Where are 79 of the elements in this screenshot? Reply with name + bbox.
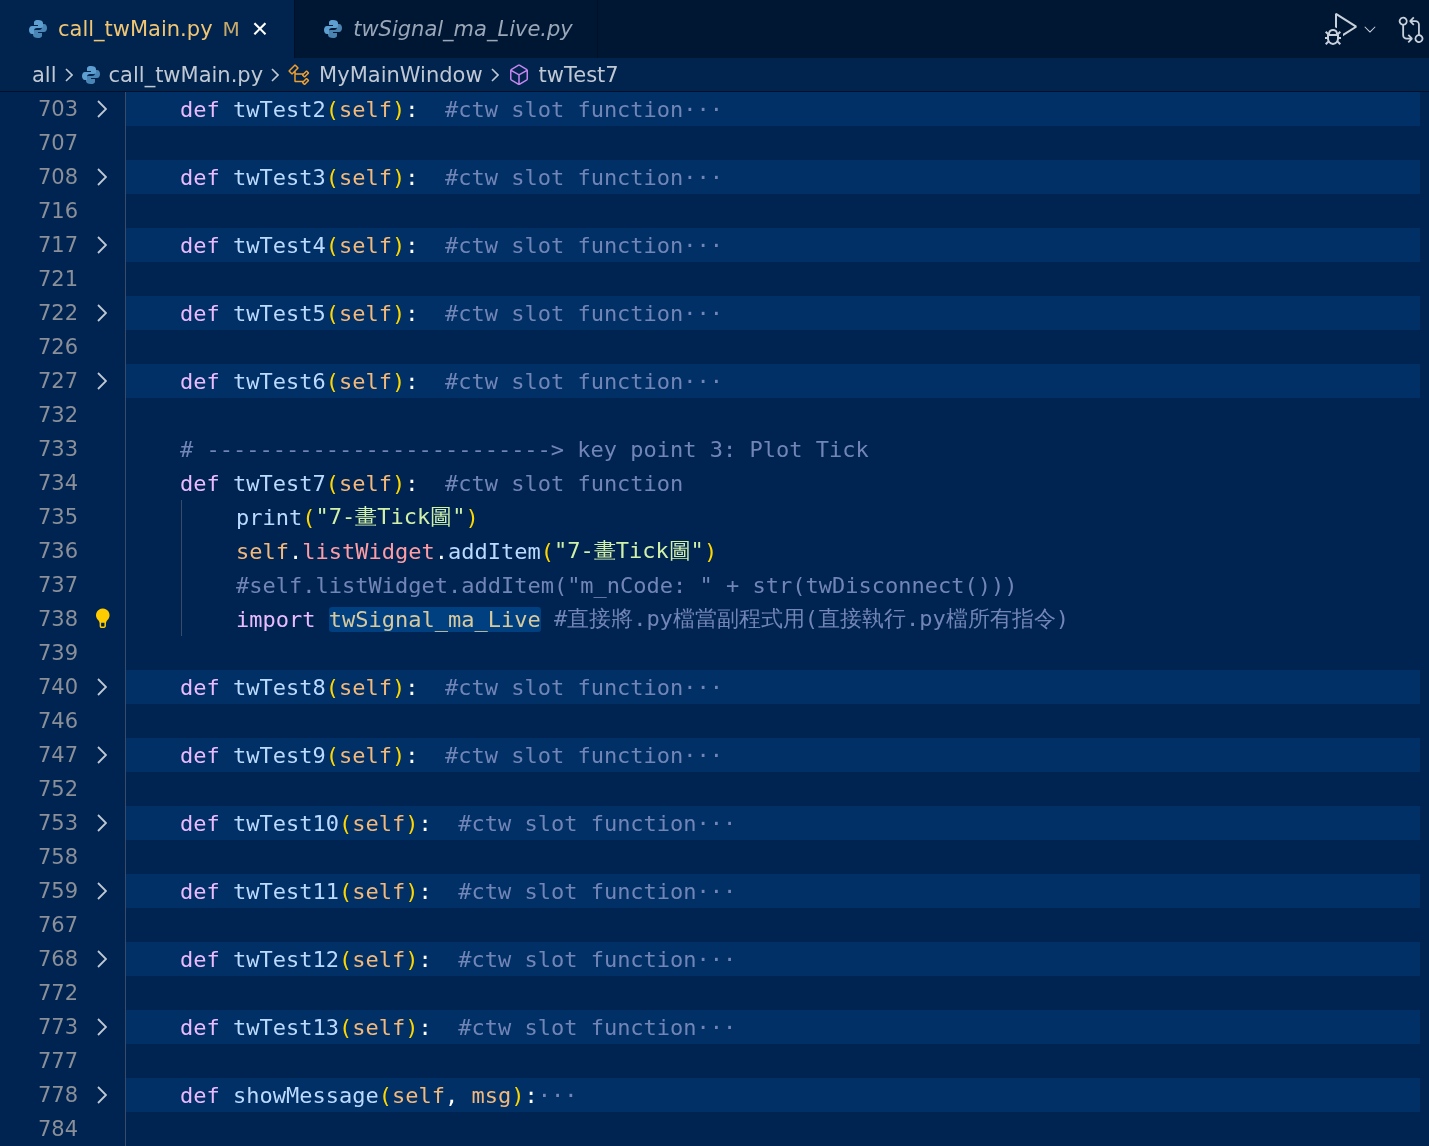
line-number: 733 [36,437,78,461]
line-number: 727 [36,369,78,393]
line-number: 716 [36,199,78,223]
line-number: 739 [36,641,78,665]
code-line: # --------------------------> key point 3: Plot Tick [179,435,869,464]
code-line: import twSignal_ma_Live #直接將.py檔當副程式用(直接執行.py檔所有指令) [236,605,1070,634]
code-line: def twTest12(self): #ctw slot function··· [179,945,737,974]
line-number: 734 [36,471,78,495]
breadcrumb-item[interactable]: MyMainWindow [319,62,483,87]
chevron-right-icon [490,67,499,82]
code-line: def twTest5(self): #ctw slot function··· [179,299,724,328]
fold-chevron-icon[interactable] [96,1018,107,1036]
fold-chevron-icon[interactable] [96,100,107,118]
line-number: 768 [36,947,78,971]
code-line: def twTest11(self): #ctw slot function··· [179,877,737,906]
line-number: 708 [36,165,78,189]
modified-indicator: M [222,17,240,42]
line-number: 759 [36,879,78,903]
code-line: def twTest4(self): #ctw slot function··· [179,231,724,260]
line-number: 773 [36,1015,78,1039]
code-line: def twTest3(self): #ctw slot function··· [179,163,724,192]
fold-chevron-icon[interactable] [96,236,107,254]
close-button[interactable]: × [249,15,271,44]
line-number: 707 [36,131,78,155]
code-line: self.listWidget.addItem("7-畫Tick圖") [236,537,718,566]
breadcrumb-item[interactable]: all [32,62,57,87]
code-line: def twTest13(self): #ctw slot function··· [179,1013,737,1042]
line-number: 726 [36,335,78,359]
breadcrumb-item[interactable]: twTest7 [538,62,619,87]
code-line: def twTest9(self): #ctw slot function··· [179,741,724,770]
python-icon [323,19,344,40]
code-line: #self.listWidget.addItem("m_nCode: " + str(twDisconnect())) [236,571,1018,600]
code-line: def showMessage(self, msg):··· [179,1081,578,1110]
fold-chevron-icon[interactable] [96,678,107,696]
run-debug-icon[interactable] [1325,13,1357,46]
code-line: def twTest6(self): #ctw slot function··· [179,367,724,396]
line-number: 778 [36,1083,78,1107]
line-number: 747 [36,743,78,767]
tab-label: call_twMain.py [58,17,213,42]
fold-chevron-icon[interactable] [96,372,107,390]
line-number: 722 [36,301,78,325]
fold-chevron-icon[interactable] [96,746,107,764]
line-number: 746 [36,709,78,733]
python-icon [28,19,48,40]
code-line: def twTest10(self): #ctw slot function··· [179,809,737,838]
line-number: 772 [36,981,78,1005]
line-number: 767 [36,913,78,937]
line-number: 737 [36,573,78,597]
chevron-right-icon [64,67,73,82]
fold-chevron-icon[interactable] [96,814,107,832]
compare-icon[interactable] [1397,15,1425,44]
line-number: 753 [36,811,78,835]
line-number: 736 [36,539,78,563]
line-number: 717 [36,233,78,257]
line-number: 721 [36,267,78,291]
breadcrumb-item[interactable]: call_twMain.py [108,62,264,87]
code-line: def twTest7(self): #ctw slot function [179,469,684,498]
fold-chevron-icon[interactable] [96,882,107,900]
tab-label: twSignal_ma_Live.py [353,17,573,42]
line-number: 784 [36,1117,78,1141]
fold-chevron-icon[interactable] [96,168,107,186]
fold-chevron-icon[interactable] [96,304,107,322]
code-line: print("7-畫Tick圖") [236,503,479,532]
chevron-right-icon [271,67,280,82]
line-number: 738 [36,607,78,631]
code-line: def twTest2(self): #ctw slot function··· [179,95,724,124]
line-number: 758 [36,845,78,869]
fold-chevron-icon[interactable] [96,1086,107,1104]
editor-tab[interactable]: call_twMain.py M × [0,0,296,59]
line-number: 752 [36,777,78,801]
python-icon [80,64,101,85]
class-icon [287,62,312,87]
fold-chevron-icon[interactable] [96,950,107,968]
line-number: 740 [36,675,78,699]
line-number: 703 [36,97,78,121]
code-line: def twTest8(self): #ctw slot function··· [179,673,724,702]
line-number: 735 [36,505,78,529]
line-number: 777 [36,1049,78,1073]
line-number: 732 [36,403,78,427]
